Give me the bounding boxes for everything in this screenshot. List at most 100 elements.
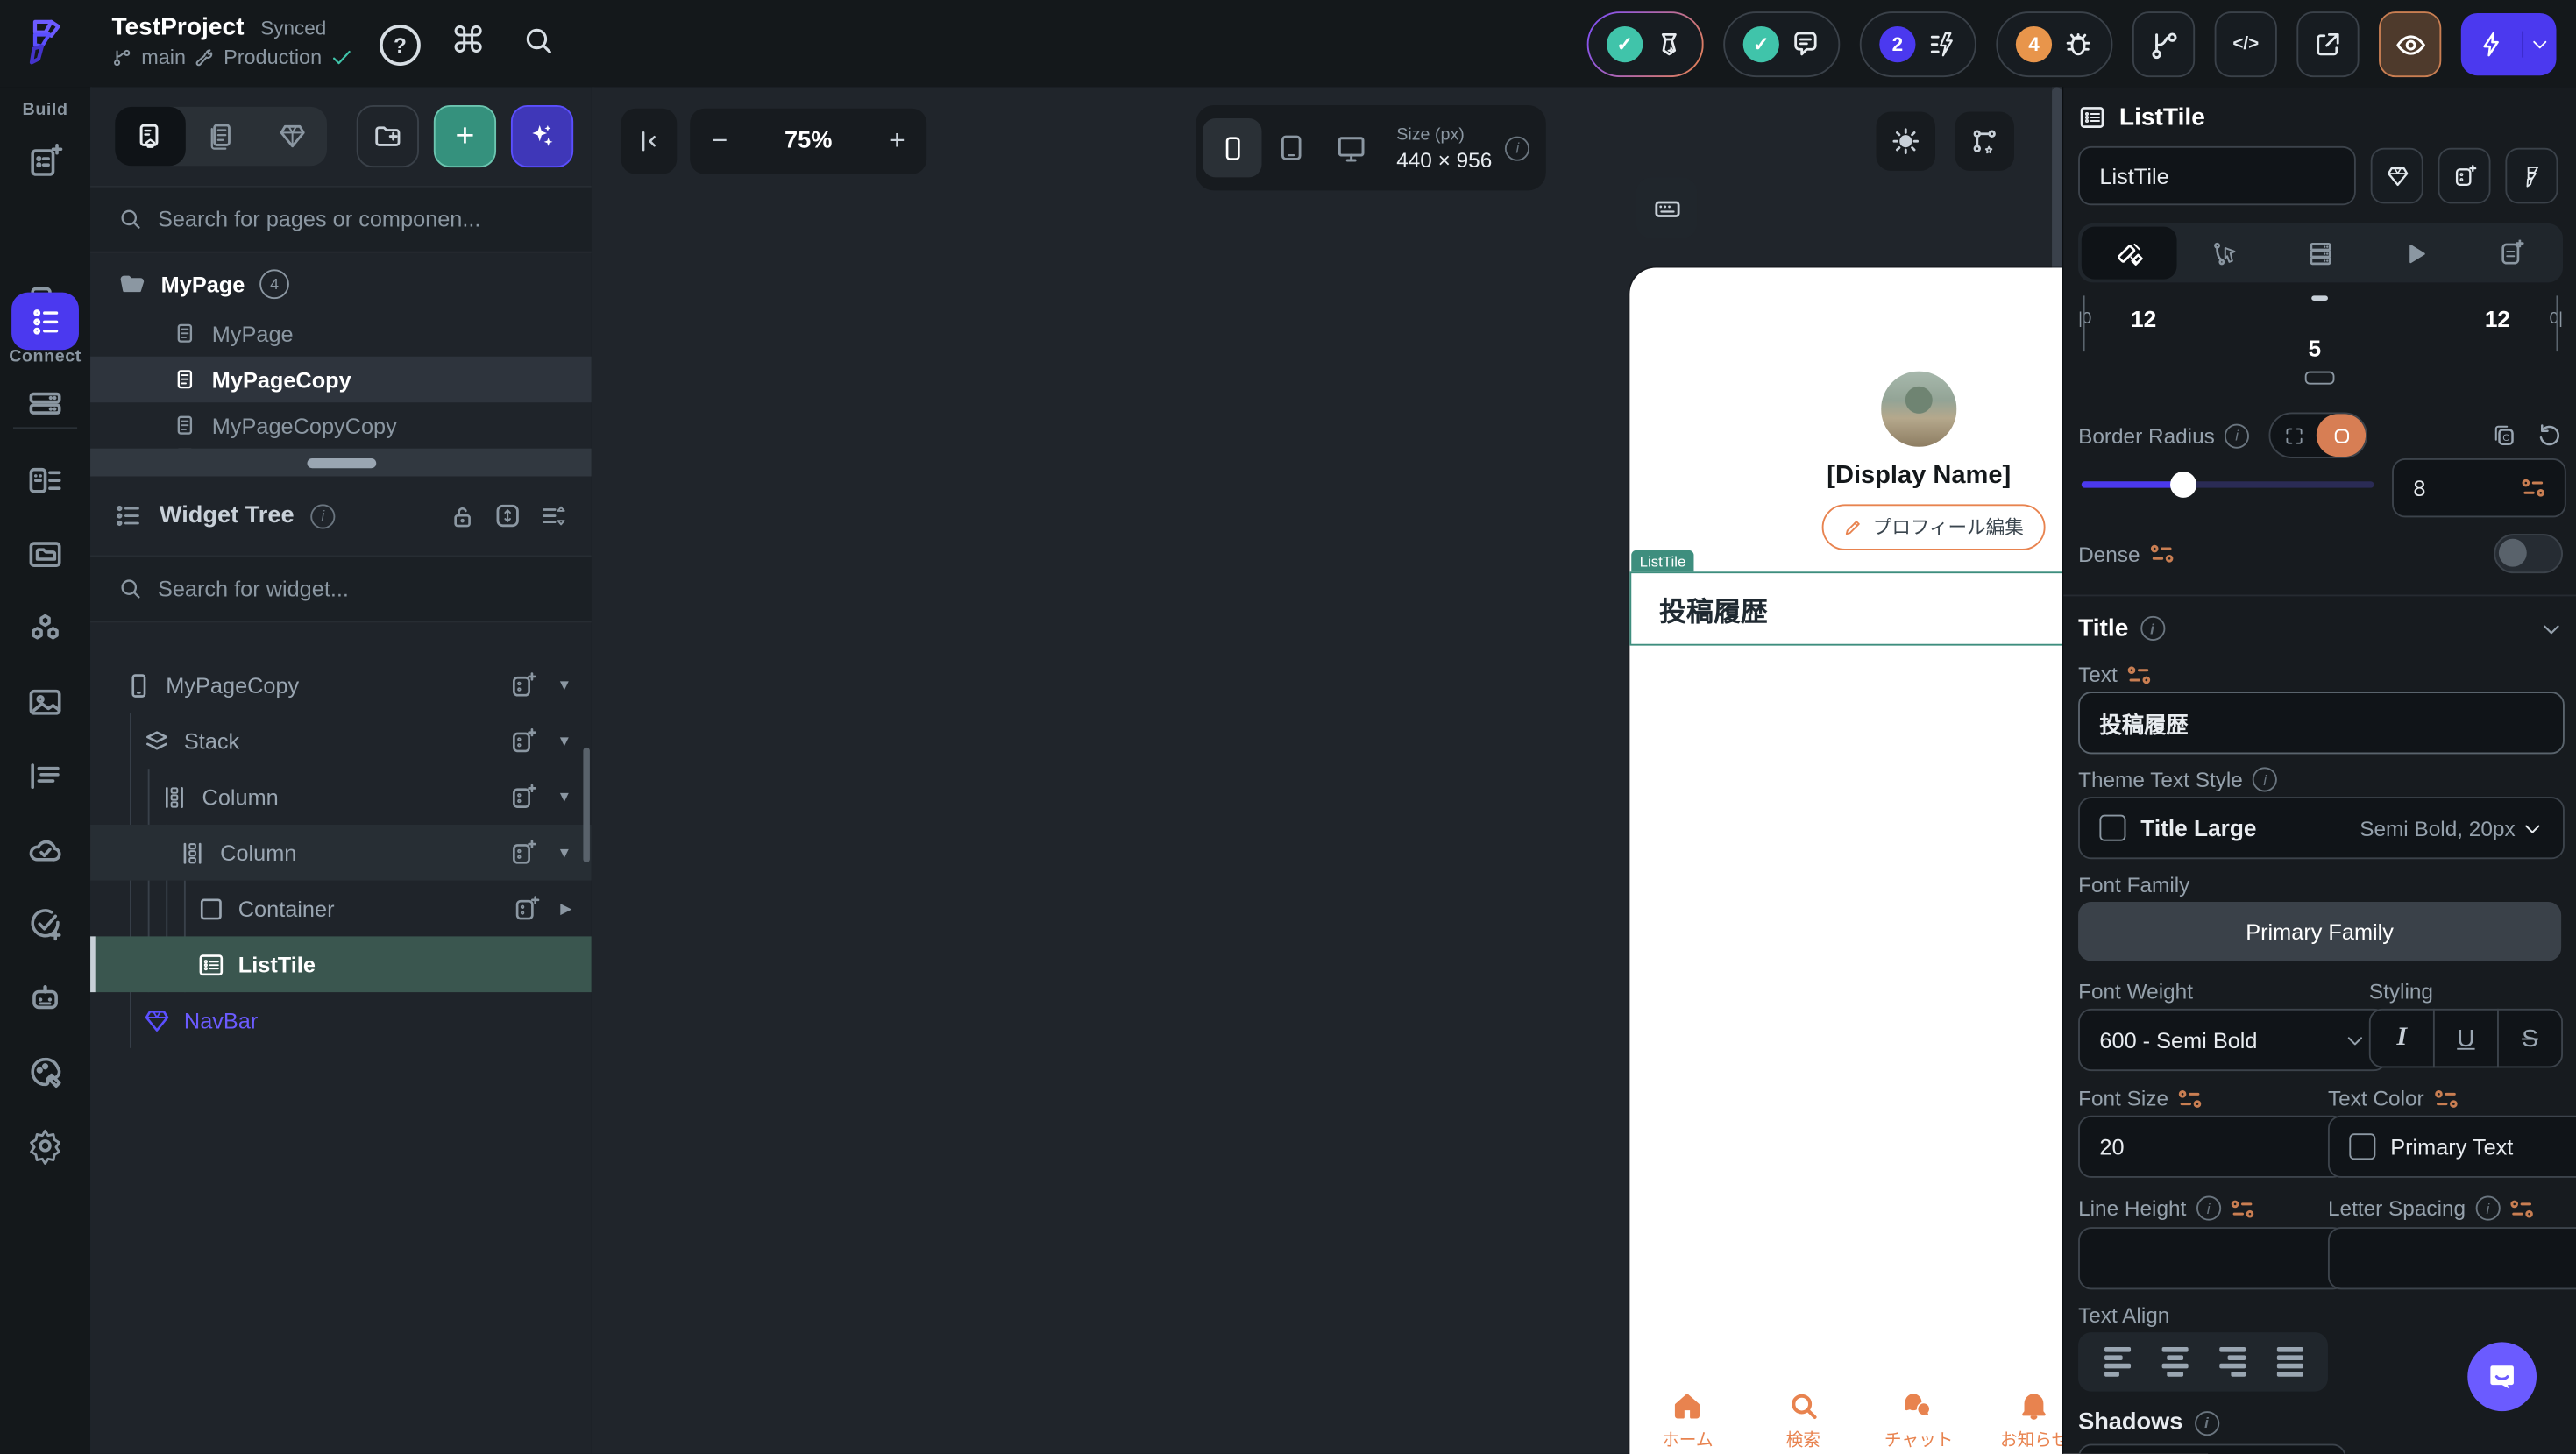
rail-item-integrations[interactable] (0, 609, 90, 647)
add-widget-icon[interactable] (509, 839, 537, 867)
section-chevron-down-icon[interactable] (2540, 617, 2563, 640)
caret-down-icon[interactable]: ▼ (557, 677, 572, 693)
rail-item-media-assets[interactable] (0, 684, 90, 721)
padding-right-value[interactable]: 12 (2485, 306, 2510, 332)
caret-down-icon[interactable]: ▼ (557, 789, 572, 805)
rail-item-theme[interactable] (0, 1053, 90, 1090)
tree-node-navbar-component[interactable]: NavBar (90, 992, 592, 1048)
nav-item-home[interactable]: ホーム (1635, 1390, 1740, 1452)
copy-value-icon[interactable]: C (2491, 422, 2517, 449)
flutterflow-logo[interactable] (17, 15, 73, 71)
dense-toggle[interactable] (2494, 534, 2564, 574)
folder-row-mypage[interactable]: MyPage 4 (90, 258, 592, 310)
set-from-variable-icon[interactable] (2127, 664, 2150, 684)
collapse-levels-icon[interactable] (539, 501, 569, 531)
tree-node-listtile-selected[interactable]: ListTile (90, 936, 592, 993)
rail-item-api-calls[interactable] (0, 462, 90, 500)
convert-to-component-button[interactable] (2370, 147, 2423, 204)
tab-animations[interactable] (2368, 227, 2464, 280)
align-justify-button[interactable] (2275, 1347, 2303, 1377)
command-menu-button[interactable]: ⌘ (451, 19, 486, 62)
lint-button[interactable]: 2 (1859, 11, 1976, 78)
edit-profile-button[interactable]: プロフィール編集 (1821, 504, 2046, 550)
issues-button[interactable]: 4 (1996, 11, 2113, 78)
view-code-button[interactable]: </> (2214, 11, 2277, 78)
padding-left-value[interactable]: 12 (2131, 306, 2156, 332)
toggle-keyboard-button[interactable] (1636, 177, 1698, 238)
tree-node-stack[interactable]: Stack ▼ (90, 713, 592, 769)
rail-item-automations[interactable] (0, 979, 90, 1017)
add-widget-icon[interactable] (509, 671, 537, 699)
tab-documentation[interactable] (2464, 227, 2559, 280)
ai-review-button[interactable]: ✓ (1587, 11, 1704, 77)
environment-name[interactable]: Production (224, 46, 322, 68)
branch-name[interactable]: main (141, 46, 186, 68)
flutterflow-docs-button[interactable] (2505, 147, 2558, 204)
collapse-panel-button[interactable] (621, 108, 678, 174)
align-right-button[interactable] (2218, 1347, 2246, 1377)
tree-node-container[interactable]: Container ▶ (90, 881, 592, 937)
branch-manager-button[interactable] (2132, 11, 2196, 78)
pages-search-input[interactable]: Search for pages or componen... (90, 185, 592, 253)
header-search-button[interactable] (522, 25, 555, 57)
padding-bottom-value[interactable]: 5 (2308, 335, 2321, 361)
widget-name-input[interactable]: ListTile (2078, 145, 2356, 206)
rail-item-app-checks[interactable] (0, 905, 90, 943)
canvas-settings-button[interactable] (1955, 111, 2014, 171)
panel-resize-handle[interactable] (90, 448, 592, 477)
tab-backend-query[interactable] (2273, 227, 2368, 280)
wrap-widget-button[interactable] (2438, 147, 2491, 204)
light-mode-toggle-button[interactable] (1876, 111, 1935, 171)
set-from-variable-icon[interactable] (2150, 543, 2173, 563)
device-phone-button[interactable] (1203, 117, 1262, 178)
shadows-input-clipped[interactable] (2078, 1443, 2346, 1454)
tree-node-column-inner[interactable]: Column ▼ (90, 824, 592, 881)
caret-down-icon[interactable]: ▼ (557, 733, 572, 749)
reset-icon[interactable] (2537, 422, 2563, 449)
comments-button[interactable]: ✓ (1723, 11, 1841, 78)
tree-node-mypagecopy[interactable]: MyPageCopy ▼ (90, 657, 592, 713)
slider-thumb[interactable] (2170, 471, 2197, 498)
device-desktop-button[interactable] (1321, 118, 1380, 177)
line-height-input[interactable] (2078, 1227, 2346, 1290)
title-section-header[interactable]: Title i (2078, 614, 2165, 642)
run-button[interactable] (2460, 12, 2557, 76)
set-from-variable-icon[interactable] (2231, 1198, 2253, 1217)
radius-mode-toggle[interactable] (2268, 412, 2368, 458)
strikethrough-button[interactable]: S (2499, 1025, 2561, 1053)
add-folder-button[interactable] (356, 104, 419, 168)
rail-item-widget-tree-active[interactable] (11, 292, 79, 351)
italic-button[interactable]: I (2371, 1024, 2433, 1053)
caret-down-icon[interactable]: ▼ (557, 844, 572, 861)
font-size-input[interactable]: 20 (2078, 1115, 2346, 1178)
zoom-in-button[interactable]: + (889, 124, 905, 157)
font-weight-dropdown[interactable]: 600 - Semi Bold (2078, 1008, 2388, 1072)
open-preview-button[interactable] (2296, 11, 2360, 78)
nav-item-chat[interactable]: チャット (1866, 1390, 1971, 1452)
text-value-input[interactable]: 投稿履歴 (2078, 692, 2565, 755)
preview-mode-button[interactable] (2379, 11, 2442, 78)
nav-item-search[interactable]: 検索 (1750, 1390, 1856, 1452)
border-radius-slider[interactable] (2081, 471, 2374, 498)
widget-search-input[interactable]: Search for widget... (90, 555, 592, 623)
tree-node-column-outer[interactable]: Column ▼ (90, 769, 592, 825)
add-widget-icon[interactable] (513, 895, 541, 923)
tab-components-only[interactable] (256, 107, 327, 166)
rail-item-database[interactable] (0, 387, 90, 425)
tab-actions[interactable] (2177, 227, 2273, 280)
lock-toggle-icon[interactable] (449, 502, 477, 530)
set-from-variable-icon[interactable] (2434, 1089, 2457, 1108)
border-radius-input[interactable]: 8 (2392, 457, 2566, 518)
theme-text-style-dropdown[interactable]: Title Large Semi Bold, 20px (2078, 797, 2565, 860)
letter-spacing-input[interactable] (2327, 1227, 2576, 1290)
avatar[interactable] (1881, 371, 1957, 447)
device-tablet-button[interactable] (1262, 118, 1321, 177)
rail-item-storage[interactable] (0, 535, 90, 573)
add-widget-icon[interactable] (509, 727, 537, 755)
tab-pages-only[interactable] (186, 107, 257, 166)
set-from-variable-icon[interactable] (2178, 1089, 2202, 1108)
rail-item-cloud-functions[interactable] (0, 831, 90, 869)
rail-item-localization[interactable] (0, 757, 90, 795)
ai-page-gen-button[interactable] (510, 104, 574, 168)
rail-item-page-selector[interactable] (0, 143, 90, 181)
